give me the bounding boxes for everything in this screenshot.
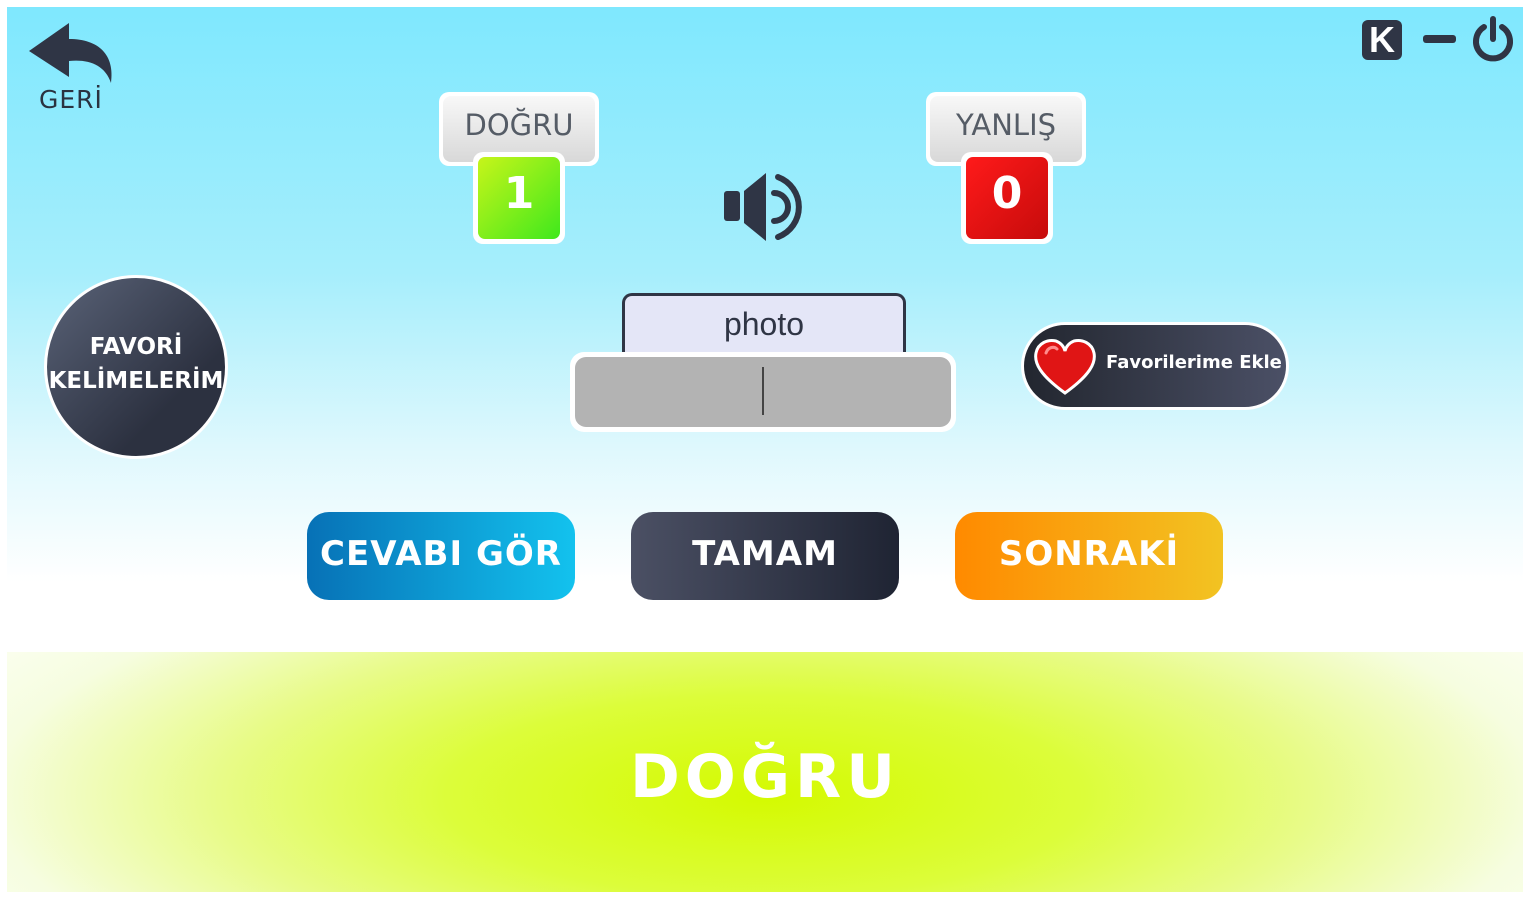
favorite-words-line1: FAVORİ bbox=[89, 334, 183, 360]
correct-label: DOĞRU bbox=[464, 108, 574, 142]
favorite-words-button[interactable]: FAVORİ KELİMELERİM bbox=[44, 275, 228, 459]
back-label: GERİ bbox=[39, 85, 103, 114]
correct-score-box: 1 bbox=[473, 152, 565, 244]
favorite-words-line2: KELİMELERİM bbox=[48, 368, 224, 394]
add-to-favorites-button[interactable]: Favorilerime Ekle bbox=[1021, 322, 1289, 410]
back-button[interactable]: GERİ bbox=[25, 19, 121, 119]
wrong-label: YANLIŞ bbox=[955, 108, 1057, 142]
ok-button[interactable]: TAMAM bbox=[631, 512, 899, 600]
next-button[interactable]: SONRAKİ bbox=[955, 512, 1223, 600]
power-icon[interactable] bbox=[1471, 15, 1515, 63]
add-to-favorites-label: Favorilerime Ekle bbox=[1106, 352, 1282, 373]
minimize-icon[interactable] bbox=[1423, 35, 1456, 43]
show-answer-label: CEVABI GÖR bbox=[320, 534, 562, 574]
back-arrow-icon bbox=[29, 23, 112, 83]
text-caret bbox=[762, 367, 764, 415]
heart-icon bbox=[1034, 339, 1096, 395]
result-text: DOĞRU bbox=[630, 742, 900, 812]
speaker-icon[interactable] bbox=[722, 167, 812, 247]
ok-label: TAMAM bbox=[692, 534, 838, 574]
next-label: SONRAKİ bbox=[998, 534, 1180, 574]
result-banner: DOĞRU bbox=[7, 652, 1523, 892]
k-logo-icon[interactable]: K bbox=[1362, 20, 1402, 60]
question-word-card: photo bbox=[622, 293, 906, 359]
question-word: photo bbox=[723, 306, 805, 342]
app-window: GERİ K DOĞRU 1 YANLIŞ 0 FAVORİ KELİMELER… bbox=[7, 7, 1523, 892]
correct-score-value: 1 bbox=[503, 168, 535, 219]
wrong-score-box: 0 bbox=[961, 152, 1053, 244]
wrong-score-value: 0 bbox=[991, 168, 1023, 219]
show-answer-button[interactable]: CEVABI GÖR bbox=[307, 512, 575, 600]
